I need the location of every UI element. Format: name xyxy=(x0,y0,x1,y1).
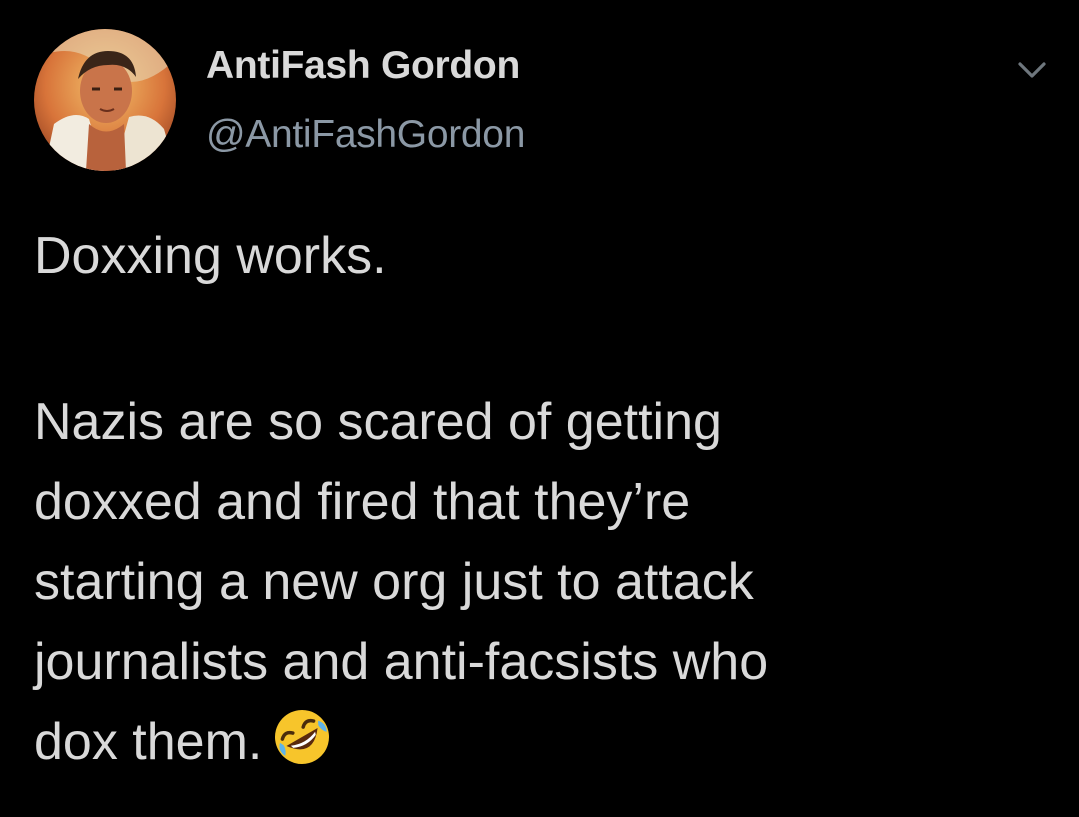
tweet-line: starting a new org just to attack xyxy=(34,553,754,611)
tweet-last-line: dox them. xyxy=(34,702,1064,782)
tweet-line: journalists and anti-facsists who xyxy=(34,633,769,691)
user-handle[interactable]: @AntiFashGordon xyxy=(206,113,525,157)
display-name[interactable]: AntiFash Gordon xyxy=(206,44,520,88)
avatar[interactable] xyxy=(34,29,176,171)
tweet-line: dox them. xyxy=(34,713,263,771)
rolling-on-floor-laughing-emoji xyxy=(270,705,334,769)
tweet-text: Doxxing works. Nazis are so scared of ge… xyxy=(34,216,1064,782)
tweet-line: Nazis are so scared of getting xyxy=(34,393,722,451)
tweet-line: doxxed and fired that they’re xyxy=(34,473,691,531)
tweet-line: Doxxing works. xyxy=(34,227,387,285)
tweet-card: AntiFash Gordon @AntiFashGordon Doxxing … xyxy=(0,0,1079,817)
chevron-down-icon xyxy=(1018,62,1046,78)
tweet-menu-button[interactable] xyxy=(1012,52,1052,88)
